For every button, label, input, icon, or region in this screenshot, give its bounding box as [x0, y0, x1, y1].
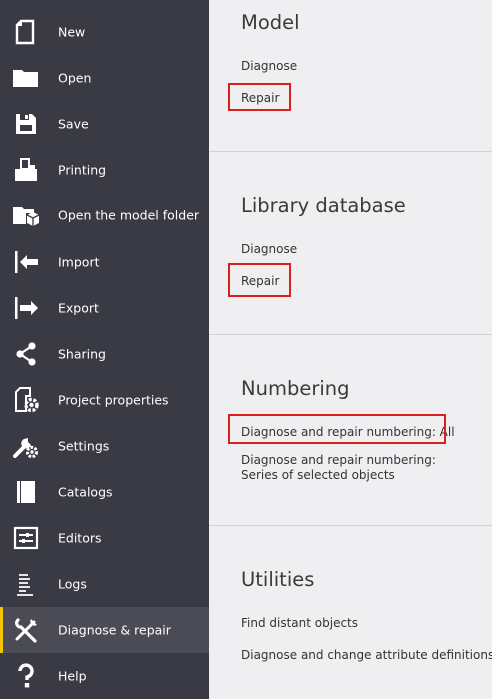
project-properties-icon [12, 386, 40, 414]
import-icon [12, 248, 40, 276]
sidebar-item-label: New [58, 24, 86, 40]
sidebar-item-sharing[interactable]: Sharing [0, 331, 209, 377]
sidebar-item-import[interactable]: Import [0, 239, 209, 285]
numbering-repair-series-link[interactable]: Diagnose and repair numbering: Series of… [241, 453, 476, 483]
backstage-sidebar: New Open Save Printing Open the model fo… [0, 0, 209, 699]
change-attribute-definitions-link[interactable]: Diagnose and change attribute definition… [241, 648, 492, 663]
export-icon [12, 294, 40, 322]
sidebar-item-label: Export [58, 300, 99, 316]
section-divider [209, 525, 492, 526]
sidebar-item-catalogs[interactable]: Catalogs [0, 469, 209, 515]
sidebar-item-save[interactable]: Save [0, 101, 209, 147]
sidebar-item-logs[interactable]: Logs [0, 561, 209, 607]
section-title-utilities: Utilities [241, 568, 315, 591]
highlight-box [228, 263, 291, 297]
sidebar-item-label: Open the model folder [58, 207, 200, 223]
floppy-disk-icon [12, 110, 40, 138]
sidebar-item-label: Open [58, 70, 92, 86]
library-diagnose-link[interactable]: Diagnose [241, 242, 297, 257]
sidebar-item-label: Sharing [58, 346, 106, 362]
help-icon [12, 662, 40, 690]
logs-icon [12, 570, 40, 598]
sidebar-item-label: Logs [58, 576, 87, 592]
new-file-icon [12, 18, 40, 46]
diagnose-repair-icon [12, 616, 40, 644]
section-title-numbering: Numbering [241, 377, 350, 400]
section-divider [209, 151, 492, 152]
sidebar-item-label: Project properties [58, 392, 169, 408]
highlight-box [228, 414, 446, 444]
sidebar-item-export[interactable]: Export [0, 285, 209, 331]
sidebar-item-label: Printing [58, 162, 107, 178]
sidebar-item-settings[interactable]: Settings [0, 423, 209, 469]
sidebar-item-editors[interactable]: Editors [0, 515, 209, 561]
sidebar-item-label: Catalogs [58, 484, 113, 500]
diagnose-repair-panel: Model Diagnose Repair Library database D… [209, 0, 492, 699]
section-divider [209, 334, 492, 335]
model-diagnose-link[interactable]: Diagnose [241, 59, 297, 74]
sidebar-item-diagnose-repair[interactable]: Diagnose & repair [0, 607, 209, 653]
folder-icon [12, 64, 40, 92]
editors-icon [12, 524, 40, 552]
share-icon [12, 340, 40, 368]
catalog-book-icon [12, 478, 40, 506]
sidebar-item-label: Help [58, 668, 87, 684]
sidebar-item-label: Editors [58, 530, 102, 546]
sidebar-item-project-properties[interactable]: Project properties [0, 377, 209, 423]
sidebar-item-label: Settings [58, 438, 110, 454]
section-title-model: Model [241, 11, 300, 34]
sidebar-item-printing[interactable]: Printing [0, 147, 209, 193]
highlight-box [228, 83, 291, 111]
sidebar-item-label: Save [58, 116, 89, 132]
sidebar-item-label: Import [58, 254, 100, 270]
section-title-library-database: Library database [241, 194, 406, 217]
sidebar-item-open-model-folder[interactable]: Open the model folder [0, 192, 209, 238]
sidebar-item-new[interactable]: New [0, 9, 209, 55]
sidebar-item-label: Diagnose & repair [58, 622, 171, 638]
printer-icon [12, 156, 40, 184]
active-indicator [0, 607, 3, 653]
sidebar-item-help[interactable]: Help [0, 653, 209, 699]
settings-icon [12, 432, 40, 460]
model-folder-icon [12, 201, 40, 229]
sidebar-item-open[interactable]: Open [0, 55, 209, 101]
find-distant-objects-link[interactable]: Find distant objects [241, 616, 358, 631]
